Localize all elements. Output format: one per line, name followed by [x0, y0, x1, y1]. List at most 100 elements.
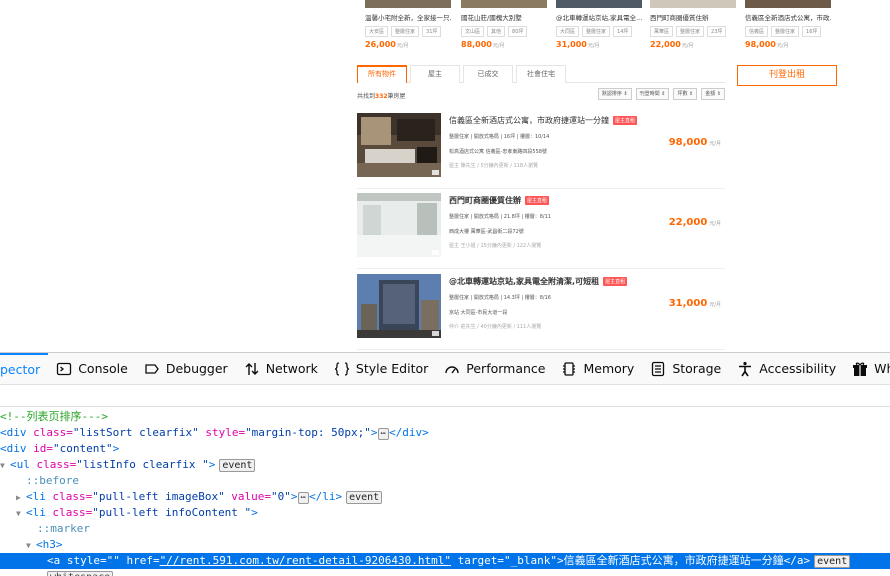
attr-name: target= — [451, 554, 504, 567]
network-icon — [245, 362, 259, 375]
listing-meta: 整層住家 | 開放式格局 | 14.3坪 | 樓層：8/16 — [449, 295, 551, 301]
sort-price-button[interactable]: 金額 ⇕ — [701, 88, 725, 100]
card-tag: 16坪 — [802, 26, 822, 37]
markup-node[interactable]: ▼ <h3> — [0, 537, 890, 553]
tab-social-housing[interactable]: 社會住宅 — [516, 65, 566, 83]
event-badge[interactable]: event — [346, 491, 383, 504]
tab-inspector[interactable]: pector — [0, 352, 49, 385]
card-tag: 萬華區 — [650, 26, 674, 37]
markup-node[interactable]: ▼ <li class="pull-left infoContent "> — [0, 505, 890, 521]
card-tag: 14坪 — [613, 26, 633, 37]
card-tag: 整層住家 — [676, 26, 705, 37]
tab-all-listings[interactable]: 所有物件 — [357, 65, 407, 83]
listing-photo[interactable] — [357, 193, 441, 257]
card-price: 31,000元/月 — [556, 40, 600, 49]
tab-owner[interactable]: 屋主 — [410, 65, 460, 83]
attr-value: "margin-top: 50px;" — [245, 426, 371, 439]
tab-console[interactable]: Console — [48, 353, 136, 385]
markup-pseudo[interactable]: ::marker — [0, 521, 890, 537]
tab-label: pector — [0, 362, 41, 377]
card-tag: 80坪 — [508, 26, 528, 37]
listing-title[interactable]: @北車轉運站京站,家具電全附清潔,可短租 屋主直租 — [449, 276, 649, 287]
collapse-twisty-icon[interactable]: ▶ — [16, 490, 26, 506]
markup-whitespace[interactable]: whitespace — [0, 569, 890, 576]
result-count: 共找到332筆房屋 — [357, 93, 406, 100]
card-title[interactable]: 國花山莊/國槐大別墅 — [461, 12, 547, 22]
sort-date-button[interactable]: 刊登時間 ⇕ — [635, 88, 670, 100]
markup-comment-line[interactable]: <!--列表页排序---> — [0, 409, 890, 425]
tab-label: What's New — [874, 361, 890, 376]
attr-value: "listSort clearfix" — [72, 426, 199, 439]
tab-label: Style Editor — [355, 361, 429, 376]
tab-closed[interactable]: 已成交 — [463, 65, 513, 83]
card-price: 22,000元/月 — [650, 40, 694, 49]
card-tag: 大安區 — [365, 26, 389, 37]
attr-value-link[interactable]: "//rent.591.com.tw/rent-detail-9206430.h… — [160, 554, 451, 567]
listing-item: 信義區全新酒店式公寓，市政府捷運站一分鐘 屋主直租 整層住家 | 開放式格局 | … — [357, 113, 725, 189]
recommended-card[interactable]: 信義區全新酒店式公寓，市政... 信義區 整層住家 16坪 98,000元/月 — [745, 0, 831, 55]
recommended-card[interactable]: 國花山莊/國槐大別墅 文山區 其他 80坪 88,000元/月 — [461, 0, 547, 55]
card-photo — [556, 0, 642, 8]
photo-count-icon — [432, 331, 439, 336]
expand-twisty-icon[interactable]: ▼ — [26, 538, 36, 554]
tab-whats-new[interactable]: What's New — [844, 353, 890, 385]
web-page-viewport: 溫馨小宅附全新，全家接一只... 大安區 整層住家 31坪 26,000元/月 國花… — [0, 0, 890, 352]
sort-area-button[interactable]: 坪數 ⇕ — [673, 88, 698, 100]
attr-name: value= — [224, 490, 272, 503]
screen: 溫馨小宅附全新，全家接一只... 大安區 整層住家 31坪 26,000元/月 國花… — [0, 0, 890, 576]
markup-node[interactable]: <div class="listSort clearfix" style="ma… — [0, 425, 890, 441]
attr-name: class= — [29, 458, 77, 471]
markup-node-selected[interactable]: <a style="" href="//rent.591.com.tw/rent… — [0, 553, 890, 569]
tag-end: </div> — [388, 426, 429, 439]
collapsed-ellipsis-button[interactable]: ⋯ — [297, 492, 309, 504]
tag-close: > — [208, 458, 216, 471]
devtools-toolbar: pector Console Debugger Network Style Ed… — [0, 352, 890, 385]
attr-name: style= — [60, 554, 107, 567]
event-badge[interactable]: event — [219, 459, 256, 472]
markup-node[interactable]: ▶ <li class="pull-left imageBox" value="0… — [0, 489, 890, 505]
listing-title[interactable]: 西門町商圈優質住辦 屋主直租 — [449, 195, 649, 206]
card-tag: 大同區 — [556, 26, 580, 37]
markup-node[interactable]: ▼ <ul class="listInfo clearfix "> event — [0, 457, 890, 473]
markup-search-bar[interactable] — [0, 385, 890, 407]
devtools-panel: pector Console Debugger Network Style Ed… — [0, 352, 890, 576]
card-title[interactable]: 西門町商圈優質住辦 — [650, 12, 736, 22]
event-badge[interactable]: event — [814, 555, 851, 568]
tab-memory[interactable]: Memory — [553, 353, 642, 385]
card-price: 26,000元/月 — [365, 40, 409, 49]
tab-debugger[interactable]: Debugger — [136, 353, 236, 385]
gift-icon — [853, 362, 868, 376]
post-rental-button[interactable]: 刊登出租 — [737, 65, 837, 86]
tab-accessibility[interactable]: Accessibility — [729, 353, 844, 385]
tab-style-editor[interactable]: Style Editor — [326, 353, 436, 385]
sort-default-button[interactable]: 默認排序 ⇕ — [597, 88, 632, 100]
attr-value: "_blank" — [504, 554, 557, 567]
listing-photo[interactable] — [357, 113, 441, 177]
tag-close: > — [112, 442, 120, 455]
listing-title[interactable]: 信義區全新酒店式公寓，市政府捷運站一分鐘 屋主直租 — [449, 115, 649, 126]
collapsed-ellipsis-button[interactable]: ⋯ — [377, 428, 389, 440]
card-title[interactable]: 溫馨小宅附全新，全家接一只... — [365, 12, 451, 22]
recommended-card[interactable]: @北車轉運站京站,家具電全... 大同區 整層住家 14坪 31,000元/月 — [556, 0, 642, 55]
attr-value: "listInfo clearfix " — [76, 458, 209, 471]
card-title[interactable]: @北車轉運站京站,家具電全... — [556, 12, 642, 22]
tag-open: <div — [0, 426, 27, 439]
recommended-card[interactable]: 溫馨小宅附全新，全家接一只... 大安區 整層住家 31坪 26,000元/月 — [365, 0, 451, 55]
card-title[interactable]: 信義區全新酒店式公寓，市政... — [745, 12, 831, 22]
card-tag: 整層住家 — [771, 26, 800, 37]
markup-pseudo[interactable]: ::before — [0, 473, 890, 489]
tab-network[interactable]: Network — [236, 353, 326, 385]
listing-photo[interactable] — [357, 274, 441, 338]
attr-value: "pull-left infoContent " — [92, 506, 252, 519]
owner-badge: 屋主直租 — [613, 116, 638, 125]
tab-storage[interactable]: Storage — [642, 353, 729, 385]
expand-twisty-icon[interactable]: ▼ — [0, 458, 10, 474]
expand-twisty-icon[interactable]: ▼ — [16, 506, 26, 522]
debugger-icon — [145, 363, 159, 374]
markup-node[interactable]: <div id="content"> — [0, 441, 890, 457]
listing-info: 屋主 王小姐 / 15分鐘內更新 / 122人瀏覽 — [449, 243, 542, 249]
listing-item: @北車轉運站京站,家具電全附清潔,可短租 屋主直租 整層住家 | 開放式格局 | … — [357, 274, 725, 350]
attr-value: "0" — [271, 490, 291, 503]
recommended-card[interactable]: 西門町商圈優質住辦 萬華區 整層住家 23坪 22,000元/月 — [650, 0, 736, 55]
tab-performance[interactable]: Performance — [436, 353, 553, 385]
